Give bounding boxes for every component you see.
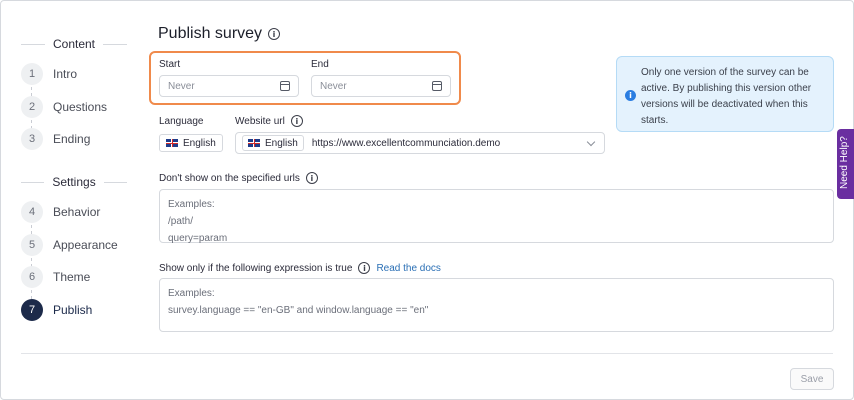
step-number: 6	[21, 266, 43, 288]
start-date-input[interactable]: Never	[159, 75, 299, 97]
website-url-label-row: Website url i	[235, 115, 303, 127]
placeholder-line: query=param	[168, 233, 228, 244]
divider	[103, 181, 128, 183]
step-label: Intro	[53, 67, 78, 81]
step-label: Ending	[53, 132, 91, 146]
step-number: 2	[21, 96, 43, 118]
website-url-select[interactable]: English https://www.excellentcommunciati…	[235, 132, 605, 154]
calendar-icon[interactable]	[280, 81, 290, 91]
info-icon[interactable]: i	[305, 172, 318, 184]
placeholder-line: Examples:	[168, 288, 215, 299]
expression-label-row: Show only if the following expression is…	[159, 262, 441, 274]
settings-section-heading: Settings	[21, 175, 128, 189]
uk-flag-icon	[248, 139, 260, 147]
calendar-icon[interactable]	[432, 81, 442, 91]
language-value: English	[183, 137, 216, 149]
page-title: Publish survey i	[158, 25, 281, 43]
info-icon[interactable]: i	[268, 28, 281, 40]
uk-flag-icon	[166, 139, 178, 147]
save-button[interactable]: Save	[790, 368, 834, 390]
info-icon: i	[625, 90, 636, 101]
step-publish[interactable]: 7 Publish	[21, 299, 92, 321]
info-icon[interactable]: i	[358, 262, 371, 274]
url-value: https://www.excellentcommunciation.demo	[311, 137, 501, 149]
step-label: Theme	[53, 270, 91, 284]
step-connector	[31, 225, 32, 234]
step-theme[interactable]: 6 Theme	[21, 266, 90, 288]
need-help-tab[interactable]: Need Help?	[837, 129, 854, 199]
end-label: End	[311, 59, 329, 70]
dont-show-label-row: Don't show on the specified urls i	[159, 172, 318, 184]
content-section-heading: Content	[21, 37, 127, 51]
step-connector	[31, 290, 32, 299]
step-label: Appearance	[53, 238, 118, 252]
step-number: 1	[21, 63, 43, 85]
step-number: 7	[21, 299, 43, 321]
language-label: Language	[159, 116, 204, 127]
start-label: Start	[159, 59, 181, 70]
divider	[21, 181, 45, 183]
step-label: Questions	[53, 100, 108, 114]
need-help-label: Need Help?	[839, 136, 850, 189]
publish-panel: Content 1 Intro 2 Questions 3 Ending Set…	[0, 0, 854, 400]
read-docs-link[interactable]: Read the docs	[376, 263, 441, 274]
step-number: 5	[21, 234, 43, 256]
website-url-label: Website url	[235, 115, 285, 127]
expression-label: Show only if the following expression is…	[159, 262, 353, 274]
version-info-text: Only one version of the survey can be ac…	[641, 67, 812, 126]
step-label: Behavior	[53, 205, 101, 219]
info-icon[interactable]: i	[290, 115, 303, 127]
placeholder-line: Examples:	[168, 199, 215, 210]
end-date-placeholder: Never	[320, 80, 347, 92]
step-behavior[interactable]: 4 Behavior	[21, 201, 100, 223]
start-date-placeholder: Never	[168, 80, 195, 92]
url-language-value: English	[265, 137, 298, 149]
url-language-chip[interactable]: English	[242, 135, 304, 151]
step-label: Publish	[53, 303, 93, 317]
step-ending[interactable]: 3 Ending	[21, 128, 90, 150]
step-number: 3	[21, 128, 43, 150]
chevron-down-icon[interactable]	[586, 137, 596, 146]
step-number: 4	[21, 201, 43, 223]
content-heading: Content	[52, 37, 96, 51]
step-connector	[31, 87, 32, 96]
divider	[21, 43, 45, 45]
placeholder-line: survey.language == "en-GB" and window.la…	[168, 305, 429, 316]
expression-textarea[interactable]: Examples: survey.language == "en-GB" and…	[159, 278, 834, 332]
language-select[interactable]: English	[159, 134, 223, 152]
divider	[103, 43, 127, 45]
footer-divider	[21, 353, 833, 354]
step-questions[interactable]: 2 Questions	[21, 96, 107, 118]
settings-heading: Settings	[52, 175, 96, 189]
step-intro[interactable]: 1 Intro	[21, 63, 77, 85]
page-title-text: Publish survey	[158, 25, 263, 42]
excluded-urls-textarea[interactable]: Examples: /path/ query=param	[159, 189, 834, 244]
version-info-box: i Only one version of the survey can be …	[616, 56, 834, 132]
end-date-input[interactable]: Never	[311, 75, 451, 97]
placeholder-line: /path/	[168, 216, 194, 227]
step-appearance[interactable]: 5 Appearance	[21, 234, 118, 256]
dont-show-label: Don't show on the specified urls	[159, 172, 300, 184]
